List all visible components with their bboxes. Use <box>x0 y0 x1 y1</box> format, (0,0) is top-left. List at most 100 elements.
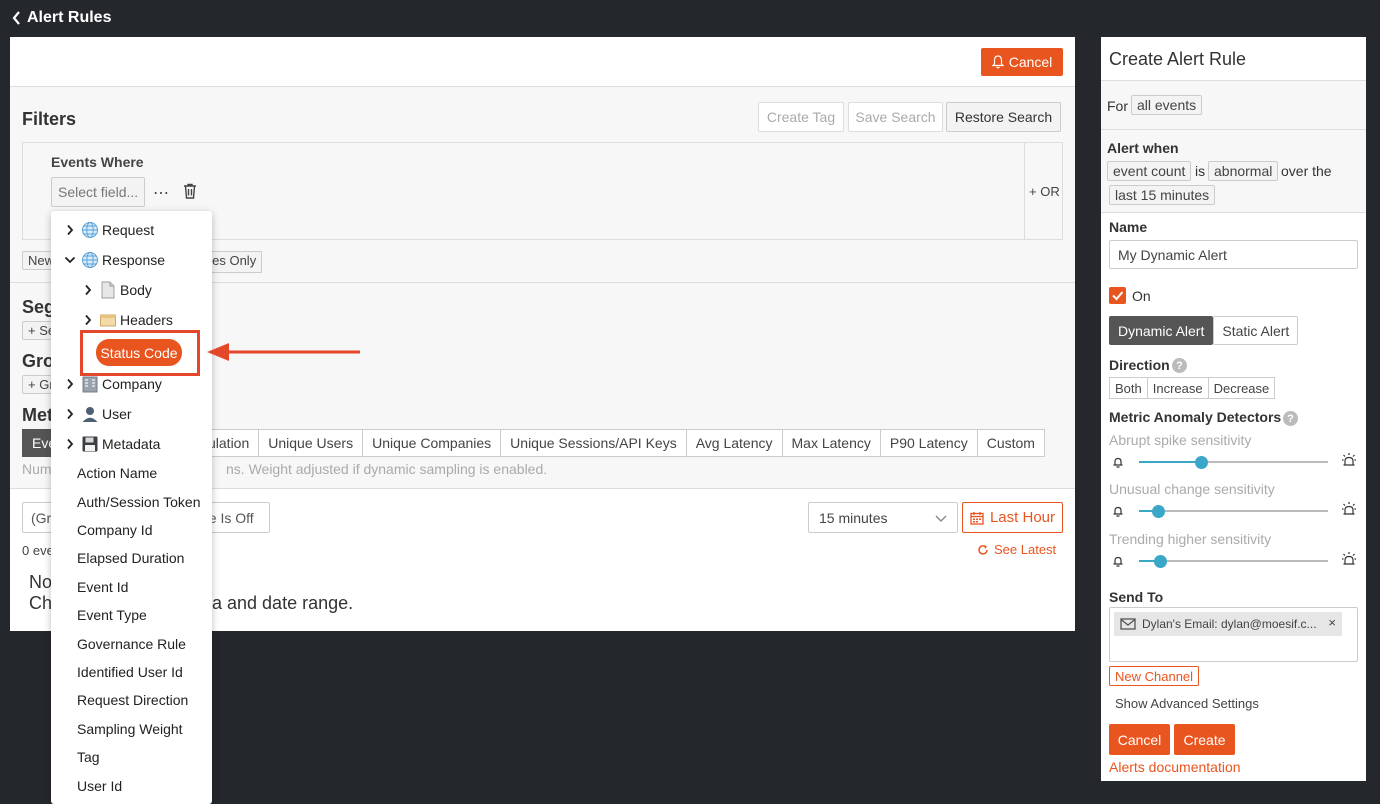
help-icon[interactable]: ? <box>1172 358 1187 373</box>
trash-icon[interactable] <box>183 183 197 199</box>
chevron-down-icon[interactable] <box>61 256 79 264</box>
dropdown-item-label: User <box>102 406 132 422</box>
remove-channel-icon[interactable]: × <box>1328 615 1336 630</box>
over-the-label: over the <box>1281 163 1332 179</box>
send-to-box[interactable]: Dylan's Email: dylan@moesif.c... × <box>1109 607 1358 662</box>
time-window-value: 15 minutes <box>819 510 888 526</box>
slider-thumb[interactable] <box>1152 505 1165 518</box>
dropdown-item-governance-rule[interactable]: Governance Rule <box>51 630 212 658</box>
dropdown-item-user-id[interactable]: User Id <box>51 772 212 800</box>
dropdown-item-tag[interactable]: Tag <box>51 743 212 771</box>
dropdown-item-request-direction[interactable]: Request Direction <box>51 686 212 714</box>
dropdown-item-company[interactable]: Company <box>51 370 212 398</box>
dropdown-item-auth-session-token[interactable]: Auth/Session Token <box>51 488 212 516</box>
condition-chip[interactable]: abnormal <box>1208 161 1279 181</box>
dropdown-item-company-id[interactable]: Company Id <box>51 516 212 544</box>
send-to-label: Send To <box>1109 589 1164 605</box>
metric-tab-events[interactable]: Eve <box>22 429 56 457</box>
on-checkbox[interactable] <box>1109 287 1126 304</box>
dropdown-item-request[interactable]: Request <box>51 216 212 244</box>
cancel-button[interactable]: Cancel <box>1109 724 1170 755</box>
events-where-label: Events Where <box>51 154 144 170</box>
alert-when-label: Alert when <box>1107 140 1179 156</box>
dropdown-item-event-type[interactable]: Event Type <box>51 601 212 629</box>
metric-tab-custom[interactable]: Custom <box>976 429 1045 457</box>
dropdown-item-label: Company <box>102 376 162 392</box>
static-alert-button[interactable]: Static Alert <box>1213 316 1299 345</box>
globe-icon <box>79 251 101 269</box>
back-link-label: Alert Rules <box>27 9 112 26</box>
dropdown-item-elapsed-duration[interactable]: Elapsed Duration <box>51 544 212 572</box>
select-field-input[interactable]: Select field... <box>51 177 145 207</box>
metric-tab-unique-companies[interactable]: Unique Companies <box>362 429 502 457</box>
refresh-icon <box>978 544 988 555</box>
dropdown-item-metadata[interactable]: Metadata <box>51 430 212 458</box>
chevron-right-icon[interactable] <box>61 224 79 236</box>
last-hour-button[interactable]: Last Hour <box>962 502 1063 533</box>
field-dropdown: Request Response Body Headers Status Cod… <box>51 211 212 804</box>
chevron-right-icon[interactable] <box>79 314 97 326</box>
restore-search-button[interactable]: Restore Search <box>946 102 1061 132</box>
direction-both[interactable]: Both <box>1109 377 1148 399</box>
cancel-alert-button[interactable]: Cancel <box>981 48 1063 76</box>
slider-thumb[interactable] <box>1154 555 1167 568</box>
create-tag-button[interactable]: Create Tag <box>758 102 844 132</box>
metric-tab-avg-latency[interactable]: Avg Latency <box>685 429 783 457</box>
metric-tab-p90-latency[interactable]: P90 Latency <box>879 429 978 457</box>
cancel-alert-label: Cancel <box>1008 54 1053 70</box>
create-alert-rule-panel: Create Alert Rule For all events Alert w… <box>1101 37 1366 781</box>
slider-fill <box>1139 461 1201 463</box>
see-latest-label: See Latest <box>994 542 1057 557</box>
show-advanced-settings-link[interactable]: Show Advanced Settings <box>1115 696 1259 711</box>
metric-note: ns. Weight adjusted if dynamic sampling … <box>226 461 548 477</box>
no-data-hint: a and date range. <box>212 593 354 613</box>
alert-name-input[interactable] <box>1109 240 1358 269</box>
for-value-chip[interactable]: all events <box>1131 95 1203 115</box>
chevron-right-icon[interactable] <box>61 378 79 390</box>
window-chip[interactable]: last 15 minutes <box>1109 185 1216 205</box>
for-label: For <box>1107 98 1128 114</box>
create-button[interactable]: Create <box>1174 724 1235 755</box>
add-or-button[interactable]: + OR <box>1029 184 1060 199</box>
siren-icon <box>1341 501 1357 517</box>
see-latest-link[interactable]: See Latest <box>977 542 1056 557</box>
direction-decrease[interactable]: Decrease <box>1207 377 1276 399</box>
dropdown-item-action-name[interactable]: Action Name <box>51 459 212 487</box>
slider-track[interactable] <box>1139 560 1328 562</box>
chevron-right-icon[interactable] <box>79 284 97 296</box>
dropdown-item-response[interactable]: Response <box>51 246 212 274</box>
more-options-icon[interactable]: ⋯ <box>153 183 170 203</box>
save-search-button[interactable]: Save Search <box>848 102 943 132</box>
time-window-select[interactable]: 15 minutes <box>808 502 958 533</box>
dropdown-item-user[interactable]: User <box>51 400 212 428</box>
dynamic-alert-button[interactable]: Dynamic Alert <box>1109 316 1214 345</box>
help-icon[interactable]: ? <box>1283 411 1298 426</box>
no-data-title: No <box>29 572 53 592</box>
alerts-documentation-link[interactable]: Alerts documentation <box>1109 759 1241 775</box>
chevron-right-icon[interactable] <box>61 408 79 420</box>
user-icon <box>79 405 101 423</box>
slider-label: Abrupt spike sensitivity <box>1109 432 1252 448</box>
metric-chip[interactable]: event count <box>1107 161 1192 181</box>
for-section: For all events <box>1101 81 1366 129</box>
bell-icon <box>1112 456 1124 468</box>
chevron-right-icon[interactable] <box>61 438 79 450</box>
slider-track[interactable] <box>1139 510 1328 512</box>
dropdown-item-label: Request <box>102 222 155 238</box>
metric-tab-max-latency[interactable]: Max Latency <box>781 429 881 457</box>
metric-tab-unique-users[interactable]: Unique Users <box>258 429 364 457</box>
bell-icon <box>991 55 1004 69</box>
dropdown-item-body[interactable]: Body <box>51 276 212 304</box>
direction-toggle: Both Increase Decrease <box>1109 377 1276 399</box>
building-icon <box>79 375 101 393</box>
slider-thumb[interactable] <box>1195 456 1208 469</box>
channel-chip[interactable]: Dylan's Email: dylan@moesif.c... × <box>1114 612 1342 636</box>
dropdown-item-identified-user-id[interactable]: Identified User Id <box>51 658 212 686</box>
back-to-alert-rules-link[interactable]: Alert Rules <box>12 9 111 27</box>
direction-increase[interactable]: Increase <box>1146 377 1209 399</box>
dropdown-item-status-code[interactable]: Status Code <box>96 339 182 366</box>
dropdown-item-event-id[interactable]: Event Id <box>51 573 212 601</box>
new-channel-button[interactable]: New Channel <box>1109 666 1200 686</box>
dropdown-item-sampling-weight[interactable]: Sampling Weight <box>51 715 212 743</box>
metric-tab-unique-sessions[interactable]: Unique Sessions/API Keys <box>500 429 687 457</box>
